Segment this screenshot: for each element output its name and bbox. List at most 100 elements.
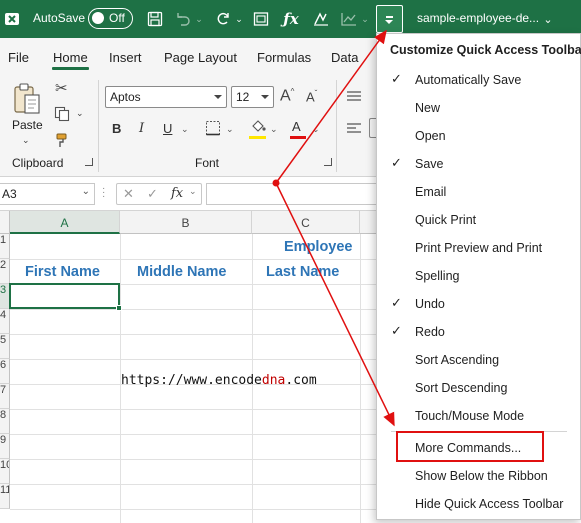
chart-icon[interactable]	[338, 8, 360, 30]
menu-item-sort-descending[interactable]: Sort Descending	[377, 374, 580, 402]
column-header-b[interactable]: B	[120, 211, 252, 234]
tab-data[interactable]: Data	[331, 50, 358, 65]
chart-dropdown-icon[interactable]: ⌄	[360, 8, 370, 30]
row-header[interactable]: 1	[0, 234, 10, 259]
borders-icon[interactable]	[205, 120, 221, 139]
paste-dropdown-icon[interactable]: ⌄	[22, 135, 30, 146]
italic-button[interactable]: I	[139, 121, 144, 136]
active-cell-a3[interactable]	[9, 283, 122, 311]
menu-item-label: Redo	[415, 325, 445, 339]
borders-dropdown-icon[interactable]: ⌄	[226, 124, 234, 135]
grow-font-letter: A	[280, 87, 291, 105]
row-header[interactable]: 9	[0, 434, 10, 459]
font-color-button[interactable]: A	[292, 119, 301, 134]
copy-icon[interactable]	[54, 106, 70, 125]
font-name-value: Aptos	[110, 90, 141, 104]
menu-item-open[interactable]: Open	[377, 122, 580, 150]
row-number: 7	[0, 384, 7, 396]
header-last-name[interactable]: Last Name	[266, 264, 339, 280]
clipboard-launcher-icon[interactable]	[85, 158, 93, 166]
font-color-dropdown-icon[interactable]: ⌄	[312, 124, 320, 135]
font-launcher-icon[interactable]	[324, 158, 332, 166]
autosave-toggle[interactable]: Off	[88, 8, 133, 29]
menu-item-show-below-the-ribbon[interactable]: Show Below the Ribbon	[377, 462, 580, 490]
name-box[interactable]: A3 ⌄	[0, 183, 95, 205]
menu-item-hide-quick-access-toolbar[interactable]: Hide Quick Access Toolbar	[377, 490, 580, 518]
sheet-title-cell[interactable]: Employee	[284, 239, 353, 255]
underline-dropdown-icon[interactable]: ⌄	[181, 124, 189, 135]
redo-icon[interactable]	[212, 8, 234, 30]
row-header[interactable]: 2	[0, 259, 10, 284]
resize-handle[interactable]: · · ·	[102, 184, 105, 202]
undo-icon[interactable]	[172, 8, 194, 30]
form-icon[interactable]	[250, 8, 272, 30]
title-dropdown-icon[interactable]: ⌄	[541, 8, 555, 30]
chevron-down-icon	[385, 20, 393, 24]
column-header-a[interactable]: A	[10, 211, 120, 234]
format-painter-icon[interactable]	[55, 132, 71, 151]
menu-item-new[interactable]: New	[377, 94, 580, 122]
paste-button[interactable]: Paste	[12, 118, 43, 132]
menu-item-redo[interactable]: ✓ Redo	[377, 318, 580, 346]
row-header[interactable]: 5	[0, 334, 10, 359]
row-header[interactable]: 7	[0, 384, 10, 409]
menu-item-label: Spelling	[415, 269, 460, 283]
menu-item-touch-mouse-mode[interactable]: Touch/Mouse Mode	[377, 402, 580, 430]
menu-item-print-preview-and-print[interactable]: Print Preview and Print	[377, 234, 580, 262]
row-header[interactable]: 10	[0, 459, 10, 484]
insert-function-icon[interactable]: fx	[171, 186, 183, 201]
underline-button[interactable]: U	[163, 121, 172, 136]
select-all-corner[interactable]	[0, 211, 10, 234]
paste-icon[interactable]	[12, 82, 42, 118]
tab-file[interactable]: File	[8, 50, 29, 65]
header-first-name[interactable]: First Name	[25, 264, 100, 280]
row-header[interactable]: 6	[0, 359, 10, 384]
font-size-select[interactable]: 12	[231, 86, 274, 108]
menu-item-label: Save	[415, 157, 444, 171]
column-header-c[interactable]: C	[252, 211, 360, 234]
menu-item-quick-print[interactable]: Quick Print	[377, 206, 580, 234]
chevron-down-icon[interactable]: ⌄	[189, 186, 197, 197]
tab-home[interactable]: Home	[53, 50, 88, 65]
document-title[interactable]: sample-employee-de...	[417, 11, 539, 25]
row-number: 4	[0, 309, 7, 321]
shrink-font-icon[interactable]: Aˇ	[306, 89, 317, 104]
row-header[interactable]: 11	[0, 484, 10, 509]
grow-font-icon[interactable]: A^	[280, 87, 294, 105]
menu-item-undo[interactable]: ✓ Undo	[377, 290, 580, 318]
menu-item-save[interactable]: ✓ Save	[377, 150, 580, 178]
menu-item-automatically-save[interactable]: ✓ Automatically Save	[377, 66, 580, 94]
row-header[interactable]: 8	[0, 409, 10, 434]
cancel-icon[interactable]: ✕	[123, 186, 134, 202]
tab-page-layout[interactable]: Page Layout	[164, 50, 237, 65]
bold-button[interactable]: B	[112, 121, 121, 136]
undo-dropdown-icon[interactable]: ⌄	[194, 8, 204, 30]
checkmark-icon: ✓	[391, 295, 402, 310]
fill-color-dropdown-icon[interactable]: ⌄	[270, 124, 278, 135]
fill-color-icon[interactable]	[250, 119, 266, 136]
fill-handle[interactable]	[116, 305, 122, 311]
formula-input[interactable]	[206, 183, 381, 205]
customize-qat-button[interactable]	[376, 5, 403, 33]
copy-dropdown-icon[interactable]: ⌄	[76, 108, 84, 119]
menu-item-sort-ascending[interactable]: Sort Ascending	[377, 346, 580, 374]
tab-formulas[interactable]: Formulas	[257, 50, 311, 65]
redo-dropdown-icon[interactable]: ⌄	[234, 8, 244, 30]
header-middle-name[interactable]: Middle Name	[137, 264, 226, 280]
cut-icon[interactable]: ✂	[55, 79, 68, 97]
font-color-swatch	[290, 136, 306, 139]
save-icon[interactable]	[144, 8, 166, 30]
align-left-icon[interactable]	[346, 122, 362, 138]
enter-icon[interactable]: ✓	[147, 186, 158, 202]
row-header[interactable]: 4	[0, 309, 10, 334]
font-name-select[interactable]: Aptos	[105, 86, 227, 108]
excel-logo-icon	[2, 8, 22, 30]
grid-line	[10, 409, 380, 410]
fx-icon[interactable]: ƒx	[280, 8, 302, 30]
menu-item-email[interactable]: Email	[377, 178, 580, 206]
chevron-down-icon	[214, 95, 222, 99]
ink-icon[interactable]	[310, 8, 332, 30]
tab-insert[interactable]: Insert	[109, 50, 142, 65]
menu-item-spelling[interactable]: Spelling	[377, 262, 580, 290]
align-top-icon[interactable]	[346, 90, 362, 106]
